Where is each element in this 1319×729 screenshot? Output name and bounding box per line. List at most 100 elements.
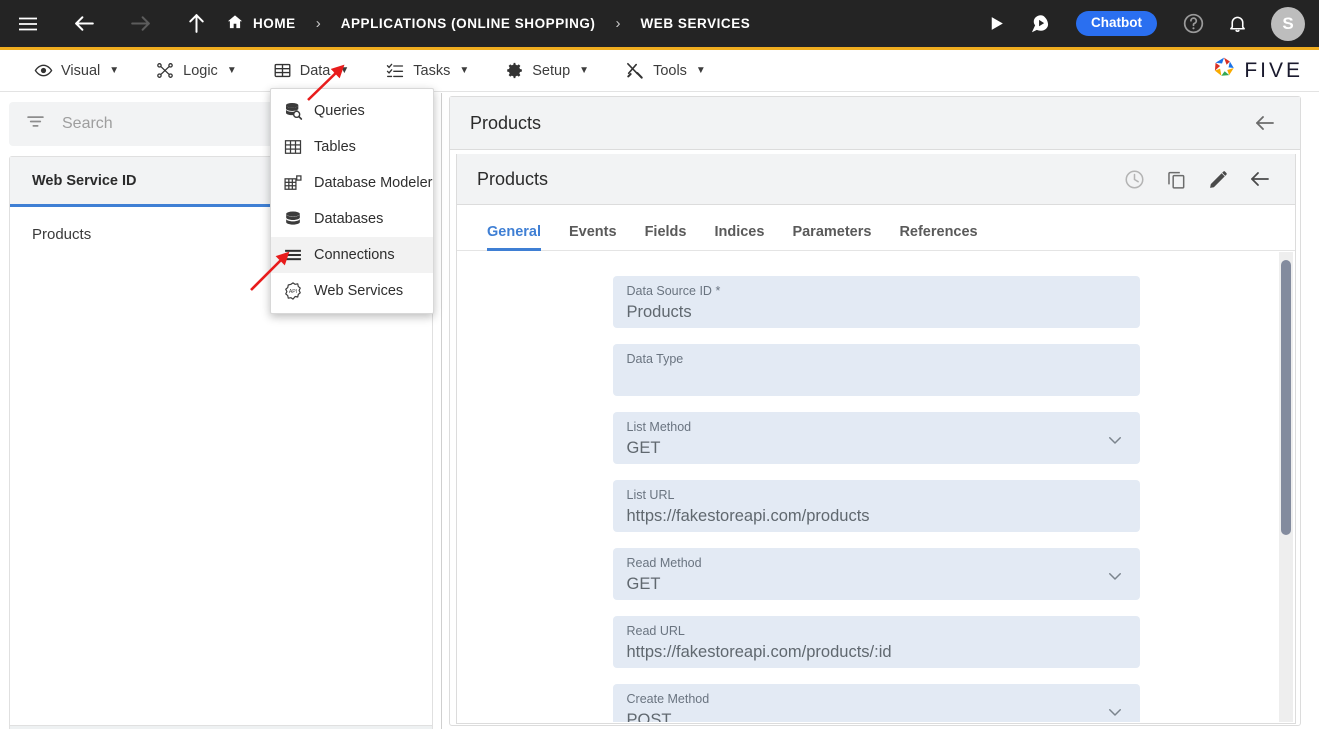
copy-icon[interactable]: [1161, 164, 1191, 194]
chevron-down-icon-tasks: ▼: [459, 65, 470, 76]
grid-footer: Total Rows: 1: [10, 725, 432, 729]
field-read-method[interactable]: Read Method GET: [612, 548, 1140, 600]
chevron-down-icon-logic: ▼: [226, 65, 237, 76]
tools-icon: [625, 61, 645, 80]
five-pinwheel-icon: [1211, 55, 1237, 86]
menu-label-tools: Tools: [653, 62, 687, 79]
chevron-down-icon-read-method[interactable]: [1106, 567, 1124, 590]
search-chat-icon[interactable]: [1018, 0, 1062, 49]
menu-option-databases[interactable]: Databases: [271, 201, 433, 237]
label-list-method: List Method: [626, 420, 692, 434]
menu-option-connections[interactable]: Connections: [271, 237, 433, 273]
eye-icon: [34, 61, 53, 80]
arrow-back-icon[interactable]: [56, 0, 112, 49]
chevron-down-icon-create-method[interactable]: [1106, 703, 1124, 722]
breadcrumb-separator: ›: [315, 15, 321, 32]
menu-option-web-services[interactable]: API Web Services: [271, 273, 433, 309]
field-read-url[interactable]: Read URL https://fakestoreapi.com/produc…: [612, 616, 1140, 668]
avatar[interactable]: S: [1271, 6, 1305, 41]
menu-label-setup: Setup: [532, 62, 571, 79]
chevron-down-icon-data: ▼: [339, 65, 350, 76]
breadcrumb-separator-2: ›: [615, 15, 621, 32]
main-content-area: Products Products General Events Fields …: [443, 93, 1319, 729]
inner-panel-actions: [1119, 164, 1275, 194]
tab-references[interactable]: References: [885, 224, 991, 250]
label-text-data-source-id: Data Source ID: [626, 284, 712, 298]
tab-general[interactable]: General: [473, 224, 555, 251]
label-read-url: Read URL: [626, 624, 685, 638]
menu-item-data[interactable]: Data ▼: [255, 50, 368, 92]
menu-item-tasks[interactable]: Tasks ▼: [367, 50, 487, 92]
database-stack-icon: [283, 209, 303, 229]
svg-text:API: API: [289, 289, 297, 295]
general-tab-form: Data Source ID * Products Data Type List…: [457, 252, 1295, 722]
field-list-url[interactable]: List URL https://fakestoreapi.com/produc…: [612, 480, 1140, 532]
home-icon: [226, 13, 244, 34]
back-arrow-icon-outer[interactable]: [1250, 108, 1280, 138]
chatbot-button[interactable]: Chatbot: [1076, 10, 1157, 37]
cell-web-service-id: Products: [32, 225, 92, 243]
arrow-up-icon[interactable]: [168, 0, 224, 49]
menu-label-logic: Logic: [183, 62, 218, 79]
menu-label-visual: Visual: [61, 62, 101, 79]
database-search-icon: [283, 101, 303, 121]
menu-item-tools[interactable]: Tools ▼: [607, 50, 724, 92]
menu-option-database-modeler[interactable]: Database Modeler: [271, 165, 433, 201]
value-data-source-id: Products: [626, 302, 692, 321]
page-title: Products: [470, 112, 542, 133]
menu-option-label-database-modeler: Database Modeler: [314, 175, 433, 191]
tab-indices[interactable]: Indices: [700, 224, 778, 250]
field-data-source-id[interactable]: Data Source ID * Products: [612, 276, 1140, 328]
five-brand-logo: FIVE: [1211, 55, 1303, 86]
menu-item-setup[interactable]: Setup ▼: [487, 50, 607, 92]
application-menu-bar: Visual ▼ Logic ▼ Data ▼ Tasks ▼ Setup ▼ …: [0, 50, 1319, 92]
outer-panel-actions: [1250, 108, 1280, 138]
field-list-method[interactable]: List Method GET: [612, 412, 1140, 464]
bell-icon[interactable]: [1215, 0, 1259, 49]
history-clock-icon[interactable]: [1119, 164, 1149, 194]
pencil-edit-icon[interactable]: [1203, 164, 1233, 194]
value-read-url: https://fakestoreapi.com/products/:id: [626, 642, 892, 661]
chevron-down-icon-setup: ▼: [579, 65, 590, 76]
form-scrollbar-thumb[interactable]: [1281, 260, 1291, 535]
menu-item-visual[interactable]: Visual ▼: [16, 50, 137, 92]
database-modeler-icon: [283, 173, 303, 193]
menu-option-label-web-services: Web Services: [314, 283, 404, 299]
table-grid-icon: [283, 137, 303, 157]
checklist-icon: [385, 61, 405, 80]
label-list-url: List URL: [626, 488, 675, 502]
breadcrumb-item-home[interactable]: HOME: [224, 0, 298, 49]
menu-option-label-connections: Connections: [314, 247, 395, 263]
data-dropdown-menu: Queries Tables Database Modeler Database…: [270, 88, 434, 314]
connections-lines-icon: [283, 245, 303, 265]
hamburger-menu-icon[interactable]: [0, 0, 56, 49]
menu-item-logic[interactable]: Logic ▼: [137, 50, 255, 92]
inner-panel-header: Products: [457, 154, 1295, 205]
field-data-type[interactable]: Data Type: [612, 344, 1140, 396]
tab-events[interactable]: Events: [555, 224, 631, 250]
outer-panel-header: Products: [450, 97, 1300, 150]
menu-option-label-databases: Databases: [314, 211, 384, 227]
menu-option-queries[interactable]: Queries: [271, 93, 433, 129]
chevron-down-icon-tools: ▼: [695, 65, 706, 76]
breadcrumb-item-web-services[interactable]: WEB SERVICES: [638, 0, 752, 49]
required-asterisk: *: [711, 284, 721, 298]
five-wordmark: FIVE: [1244, 58, 1303, 82]
tab-parameters[interactable]: Parameters: [778, 224, 885, 250]
arrow-forward-icon[interactable]: [112, 0, 168, 49]
menu-option-tables[interactable]: Tables: [271, 129, 433, 165]
logic-nodes-icon: [155, 61, 175, 80]
run-icon[interactable]: [974, 0, 1018, 49]
tab-fields[interactable]: Fields: [631, 224, 701, 250]
breadcrumb-item-applications[interactable]: APPLICATIONS (ONLINE SHOPPING): [339, 0, 598, 49]
value-list-method: GET: [626, 438, 661, 457]
back-arrow-icon-inner[interactable]: [1245, 164, 1275, 194]
help-icon[interactable]: [1171, 0, 1215, 49]
breadcrumb-label-web-services: WEB SERVICES: [640, 16, 751, 31]
value-list-url: https://fakestoreapi.com/products: [626, 506, 870, 525]
value-read-method: GET: [626, 574, 661, 593]
menu-option-label-tables: Tables: [314, 139, 356, 155]
field-create-method[interactable]: Create Method POST: [612, 684, 1140, 722]
form-scrollbar-track[interactable]: [1279, 252, 1293, 722]
chevron-down-icon-list-method[interactable]: [1106, 431, 1124, 454]
